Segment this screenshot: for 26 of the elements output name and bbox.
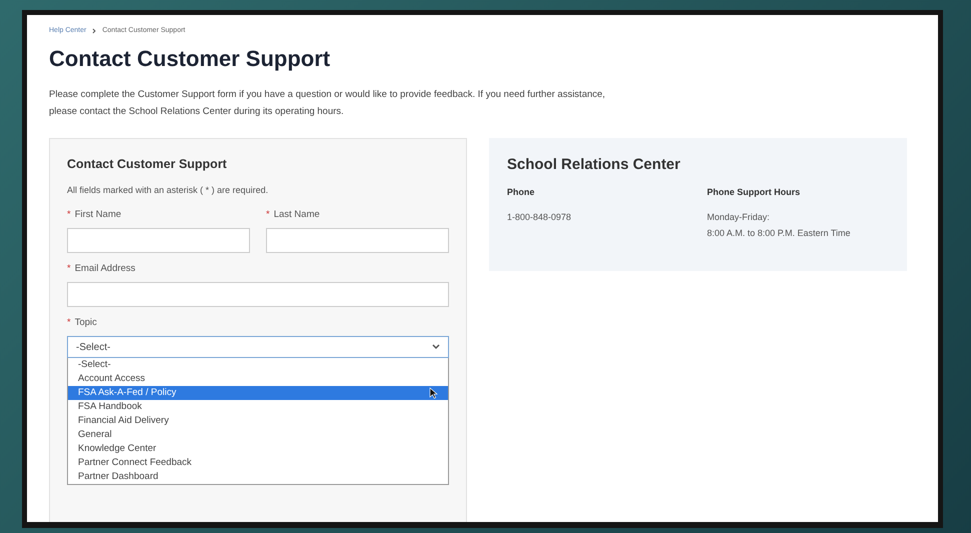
topic-select[interactable]: -Select- (67, 336, 449, 358)
text-input[interactable] (67, 228, 250, 253)
required-note: All fields marked with an asterisk ( * ) are required. (67, 185, 270, 195)
form-title: Contact Customer Support (67, 157, 228, 171)
info-title: School Relations Center (507, 156, 682, 173)
required-asterisk: * (67, 317, 71, 328)
field-label-text: Email Address (74, 263, 136, 274)
mouse-pointer-icon (429, 387, 438, 399)
chevron-down-icon (432, 344, 440, 350)
required-asterisk: * (266, 209, 270, 220)
field-label-text: Topic (74, 317, 97, 328)
required-asterisk: * (67, 263, 71, 274)
info-heading: Phone Support Hours (707, 187, 801, 197)
info-text: 8:00 A.M. to 8:00 P.M. Eastern Time (707, 227, 852, 240)
info-text: Monday-Friday: (707, 211, 771, 224)
required-asterisk: * (67, 209, 71, 220)
page-title: Contact Customer Support (49, 46, 332, 72)
info-heading: Phone (507, 187, 536, 197)
field-label-text: First Name (74, 209, 122, 220)
field-label-text: Last Name (274, 209, 320, 220)
text-input[interactable] (266, 228, 449, 253)
intro-text: Please complete the Customer Support form if you have a question or would like to provide feedback. If you need further assistance, please contact the School Relations Center during its operating hours. (49, 88, 606, 119)
dropdown-option[interactable]: FSA Ask-A-Fed / Policy (68, 386, 448, 400)
chevron-right-icon (92, 28, 96, 34)
text-input[interactable] (67, 282, 449, 307)
info-text: 1-800-848-0978 (507, 211, 572, 224)
